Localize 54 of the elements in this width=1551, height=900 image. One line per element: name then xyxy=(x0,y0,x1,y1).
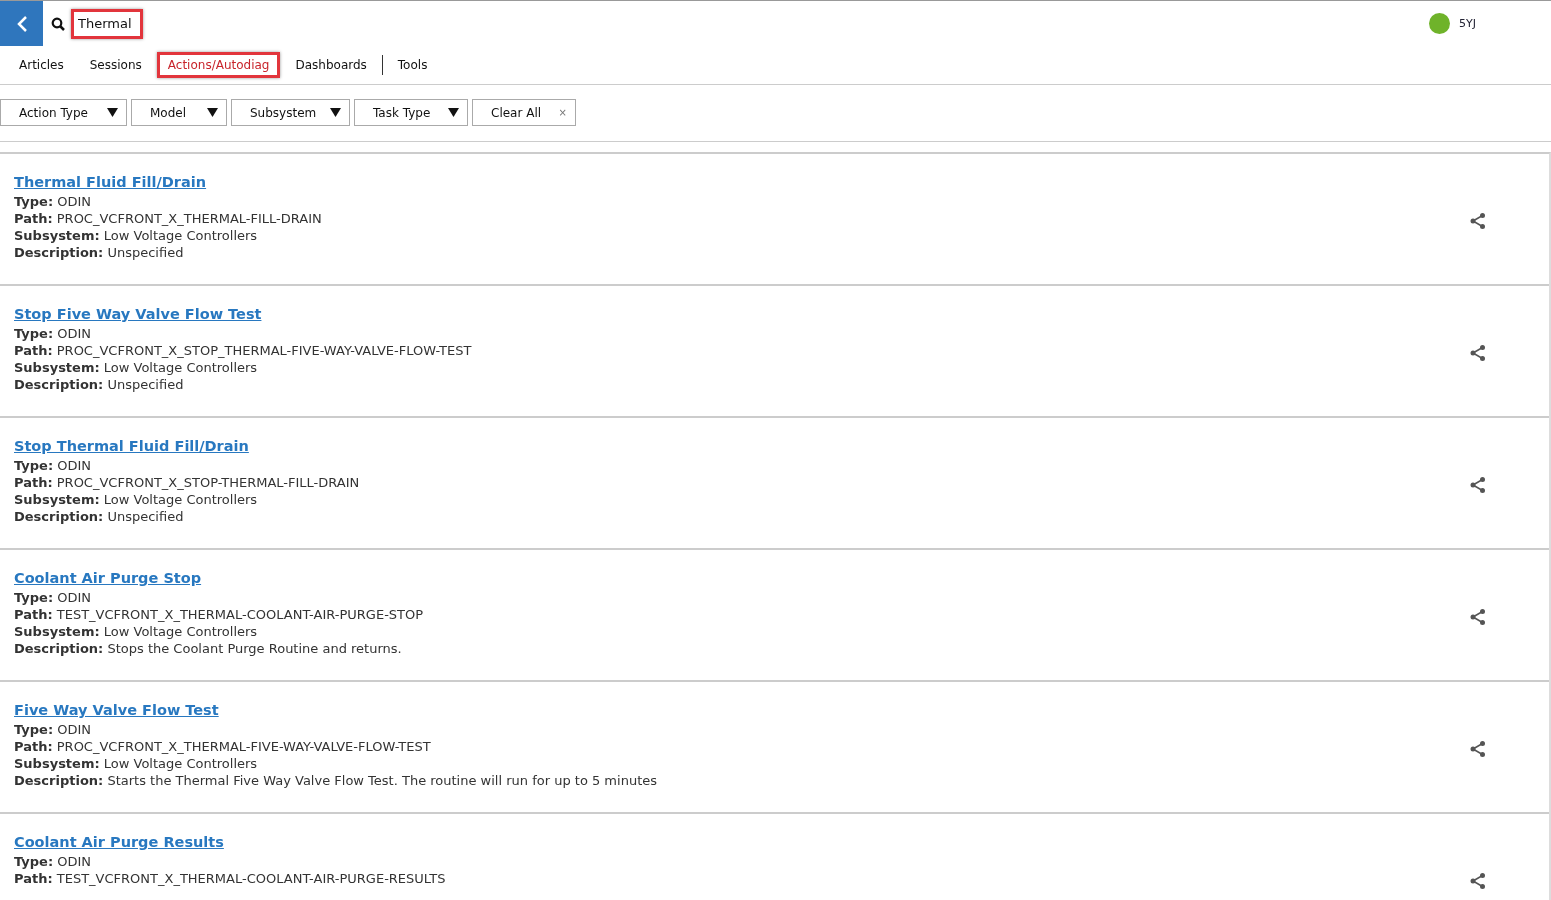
result-field: Path: PROC_VCFRONT_X_THERMAL-FIVE-WAY-VALVE-FLOW-TEST xyxy=(14,738,1469,755)
result-title-link[interactable]: Thermal Fluid Fill/Drain xyxy=(14,174,207,190)
result-field: Description: Unspecified xyxy=(14,508,1469,525)
share-icon[interactable] xyxy=(1469,344,1487,362)
result-title-link[interactable]: Five Way Valve Flow Test xyxy=(14,702,219,718)
share-icon[interactable] xyxy=(1469,872,1487,890)
filter-dropdown[interactable]: Subsystem xyxy=(231,99,350,126)
nav-tab[interactable]: Sessions xyxy=(78,52,153,78)
caret-icon xyxy=(207,108,218,117)
result-title-link[interactable]: Stop Thermal Fluid Fill/Drain xyxy=(14,438,249,454)
nav-tab[interactable]: Tools xyxy=(386,52,439,78)
filter-dropdown[interactable]: Action Type xyxy=(0,99,127,126)
result-field: Path: PROC_VCFRONT_X_THERMAL-FILL-DRAIN xyxy=(14,210,1469,227)
result-field: Path: PROC_VCFRONT_X_STOP_THERMAL-FIVE-WAY-VALVE-FLOW-TEST xyxy=(14,342,1469,359)
result-field: Type: ODIN xyxy=(14,325,1469,342)
result-field: Subsystem: Low Voltage Controllers xyxy=(14,755,1469,772)
share-icon[interactable] xyxy=(1469,476,1487,494)
share-icon[interactable] xyxy=(1469,608,1487,626)
caret-icon xyxy=(448,108,459,117)
caret-icon xyxy=(330,108,341,117)
share-icon[interactable] xyxy=(1469,740,1487,758)
nav-tab[interactable]: Articles xyxy=(8,52,75,78)
close-icon: × xyxy=(558,107,567,118)
result-field: Path: TEST_VCFRONT_X_THERMAL-COOLANT-AIR-PURGE-STOP xyxy=(14,606,1469,623)
filter-dropdown[interactable]: Task Type xyxy=(354,99,468,126)
result-field: Description: Starts the Thermal Five Way Valve Flow Test. The routine will run for up to 5 minutes xyxy=(14,772,1469,789)
nav-tab[interactable]: Dashboards xyxy=(284,52,378,78)
share-icon[interactable] xyxy=(1469,212,1487,230)
user-label: 5YJ xyxy=(1459,17,1476,30)
result-field: Description: Unspecified xyxy=(14,376,1469,393)
result-field: Type: ODIN xyxy=(14,589,1469,606)
search-icon xyxy=(51,16,65,31)
result-field: Subsystem: Low Voltage Controllers xyxy=(14,359,1469,376)
back-button[interactable] xyxy=(0,1,43,46)
clear-all-button[interactable]: Clear All × xyxy=(472,99,576,126)
result-field: Path: PROC_VCFRONT_X_STOP-THERMAL-FILL-DRAIN xyxy=(14,474,1469,491)
result-title-link[interactable]: Coolant Air Purge Results xyxy=(14,834,224,850)
result-field: Description: Stops the Coolant Purge Routine and returns. xyxy=(14,640,1469,657)
result-field: Path: TEST_VCFRONT_X_THERMAL-COOLANT-AIR-PURGE-RESULTS xyxy=(14,870,1469,887)
result-field: Description: Unspecified xyxy=(14,244,1469,261)
result-field: Type: ODIN xyxy=(14,193,1469,210)
result-field: Type: ODIN xyxy=(14,853,1469,870)
caret-icon xyxy=(107,108,118,117)
result-title-link[interactable]: Coolant Air Purge Stop xyxy=(14,570,202,586)
result-field: Subsystem: Low Voltage Controllers xyxy=(14,623,1469,640)
chevron-left-icon xyxy=(15,14,28,33)
result-title-link[interactable]: Stop Five Way Valve Flow Test xyxy=(14,306,262,322)
nav-tab[interactable]: Actions/Autodiag xyxy=(156,52,281,78)
result-field: Subsystem: Low Voltage Controllers xyxy=(14,227,1469,244)
result-field: Type: ODIN xyxy=(14,457,1469,474)
filter-dropdown[interactable]: Model xyxy=(131,99,227,126)
search-field[interactable]: Thermal xyxy=(71,8,143,39)
result-field: Subsystem: Low Voltage Controllers xyxy=(14,491,1469,508)
result-field: Type: ODIN xyxy=(14,721,1469,738)
